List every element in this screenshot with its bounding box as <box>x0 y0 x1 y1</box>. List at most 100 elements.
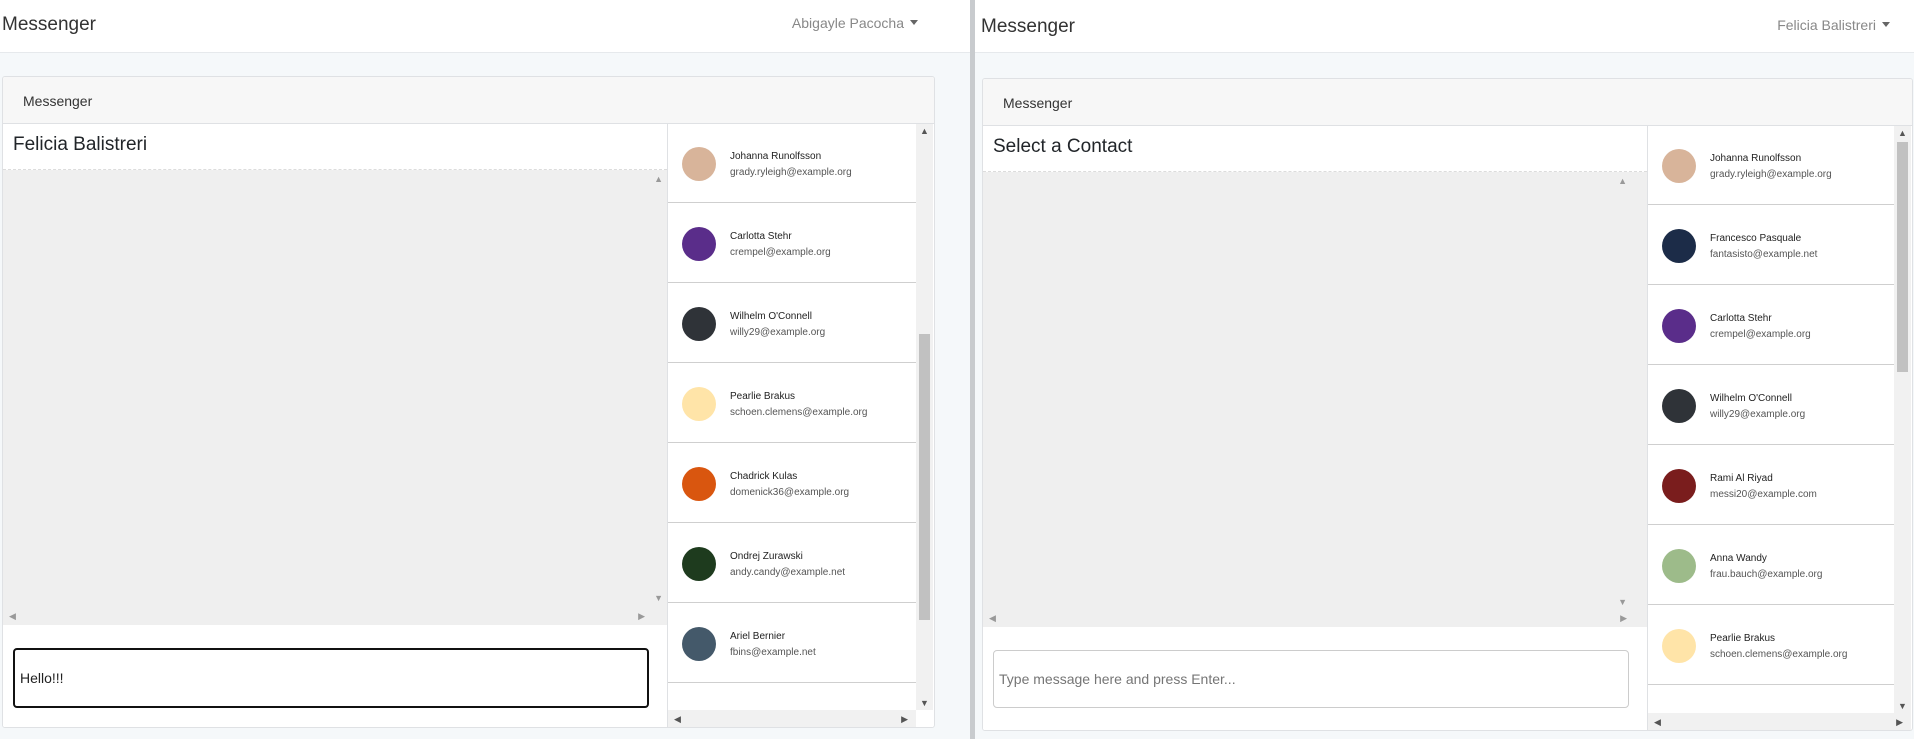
contact-item[interactable]: Rami Al Riyad messi20@example.com <box>1648 446 1894 525</box>
avatar <box>682 387 716 421</box>
avatar <box>1662 389 1696 423</box>
scroll-right-icon[interactable]: ▶ <box>1620 613 1627 623</box>
message-input[interactable] <box>13 648 649 708</box>
contact-email: schoen.clemens@example.org <box>1710 649 1848 660</box>
scroll-up-icon[interactable]: ▲ <box>654 174 663 184</box>
avatar <box>1662 469 1696 503</box>
contacts-hscrollbar[interactable]: ◀ ▶ <box>1648 713 1911 730</box>
card-title: Messenger <box>1003 95 1073 111</box>
contact-item[interactable]: Johanna Runolfsson grady.ryleigh@example.… <box>668 124 916 203</box>
contacts-scrollbar[interactable]: ▲ ▼ <box>1894 126 1911 713</box>
avatar <box>682 467 716 501</box>
contact-name: Ondrej Zurawski <box>730 551 803 562</box>
contact-item[interactable]: Ariel Bernier fbins@example.net <box>668 604 916 683</box>
chat-panel: Select a Contact ▲ ▼ ◀ ▶ <box>983 126 1647 730</box>
user-dropdown[interactable]: Abigayle Pacocha <box>792 15 918 31</box>
contact-name: Carlotta Stehr <box>730 231 792 242</box>
scroll-up-icon[interactable]: ▲ <box>1618 176 1627 186</box>
contact-name: Johanna Runolfsson <box>730 151 822 162</box>
chat-title: Select a Contact <box>993 136 1133 157</box>
scroll-down-icon[interactable]: ▼ <box>1618 597 1627 607</box>
chat-header: Select a Contact <box>983 126 1647 172</box>
scroll-right-icon[interactable]: ▶ <box>901 714 908 724</box>
contact-email: domenick36@example.org <box>730 487 850 498</box>
contact-email: crempel@example.org <box>1710 329 1811 340</box>
brand-link[interactable]: Messenger <box>981 16 1075 38</box>
messages-area[interactable]: ▲ ▼ ◀ ▶ <box>983 172 1647 627</box>
avatar <box>682 227 716 261</box>
contact-name: Johanna Runolfsson <box>1710 153 1802 164</box>
contact-name: Rami Al Riyad <box>1710 473 1773 484</box>
scroll-left-icon[interactable]: ◀ <box>9 611 16 621</box>
scroll-thumb[interactable] <box>1897 142 1908 372</box>
contact-email: grady.ryleigh@example.org <box>730 167 852 178</box>
scroll-left-icon[interactable]: ◀ <box>1654 717 1661 727</box>
contact-email: crempel@example.org <box>730 247 831 258</box>
contact-email: fbins@example.net <box>730 647 816 658</box>
scroll-down-icon[interactable]: ▼ <box>920 698 929 708</box>
avatar <box>1662 549 1696 583</box>
chat-title: Felicia Balistreri <box>13 134 148 155</box>
avatar <box>682 147 716 181</box>
scroll-up-icon[interactable]: ▲ <box>920 126 929 136</box>
avatar <box>1662 229 1696 263</box>
avatar <box>1662 629 1696 663</box>
contact-item[interactable]: Wilhelm O'Connell willy29@example.org <box>668 284 916 363</box>
scroll-up-icon[interactable]: ▲ <box>1898 128 1907 138</box>
contact-email: schoen.clemens@example.org <box>730 407 868 418</box>
contact-list: Johanna Runolfsson grady.ryleigh@example.… <box>667 124 933 727</box>
contact-email: andy.candy@example.net <box>730 567 846 578</box>
contact-name: Chadrick Kulas <box>730 471 798 482</box>
scroll-down-icon[interactable]: ▼ <box>1898 701 1907 711</box>
avatar <box>1662 149 1696 183</box>
contacts-scrollbar[interactable]: ▲ ▼ <box>916 124 933 710</box>
scroll-right-icon[interactable]: ▶ <box>1896 717 1903 727</box>
contact-item[interactable]: Carlotta Stehr crempel@example.org <box>1648 286 1894 365</box>
messenger-card: Messenger Select a Contact ▲ ▼ ◀ ▶ Johan… <box>982 78 1913 731</box>
contact-name: Carlotta Stehr <box>1710 313 1772 324</box>
avatar <box>1662 309 1696 343</box>
contact-item[interactable]: Chadrick Kulas domenick36@example.org <box>668 444 916 523</box>
scroll-left-icon[interactable]: ◀ <box>674 714 681 724</box>
contact-email: fantasisto@example.net <box>1710 249 1818 260</box>
contact-name: Wilhelm O'Connell <box>730 311 812 322</box>
contact-list: Johanna Runolfsson grady.ryleigh@example.… <box>1647 126 1911 730</box>
avatar <box>682 627 716 661</box>
contact-name: Francesco Pasquale <box>1710 233 1802 244</box>
scroll-down-icon[interactable]: ▼ <box>654 593 663 603</box>
user-name: Felicia Balistreri <box>1777 17 1876 33</box>
contact-item[interactable]: Wilhelm O'Connell willy29@example.org <box>1648 366 1894 445</box>
message-input[interactable] <box>993 650 1629 708</box>
navbar: Messenger Felicia Balistreri <box>975 0 1914 53</box>
contact-name: Pearlie Brakus <box>730 391 796 402</box>
contact-item[interactable]: Francesco Pasquale fantasisto@example.net <box>1648 206 1894 285</box>
contact-name: Wilhelm O'Connell <box>1710 393 1792 404</box>
card-header: Messenger <box>983 79 1912 126</box>
user-name: Abigayle Pacocha <box>791 15 904 31</box>
contacts-hscrollbar[interactable]: ◀ ▶ <box>668 710 916 727</box>
card-title: Messenger <box>23 93 93 109</box>
scroll-left-icon[interactable]: ◀ <box>989 613 996 623</box>
left-window: Messenger Abigayle Pacocha Messenger Fel… <box>0 0 970 739</box>
contact-item[interactable]: Ondrej Zurawski andy.candy@example.net <box>668 524 916 603</box>
contact-item[interactable]: Johanna Runolfsson grady.ryleigh@example.… <box>1648 126 1894 205</box>
chat-header: Felicia Balistreri <box>3 124 667 170</box>
messages-area[interactable]: ▲ ▼ ◀ ▶ <box>3 170 667 625</box>
chat-panel: Felicia Balistreri ▲ ▼ ◀ ▶ <box>3 124 667 727</box>
user-dropdown[interactable]: Felicia Balistreri <box>1777 17 1890 33</box>
contact-item[interactable]: Pearlie Brakus schoen.clemens@example.org <box>1648 606 1894 685</box>
avatar <box>682 307 716 341</box>
contact-item[interactable]: Carlotta Stehr crempel@example.org <box>668 204 916 283</box>
scroll-right-icon[interactable]: ▶ <box>638 611 645 621</box>
contact-email: grady.ryleigh@example.org <box>1710 169 1832 180</box>
contact-name: Ariel Bernier <box>730 631 786 642</box>
card-header: Messenger <box>3 77 934 124</box>
contact-email: willy29@example.org <box>1710 409 1806 420</box>
contact-email: messi20@example.com <box>1710 489 1817 500</box>
avatar <box>682 547 716 581</box>
scroll-thumb[interactable] <box>919 334 930 620</box>
contact-email: willy29@example.org <box>730 327 826 338</box>
brand-link[interactable]: Messenger <box>2 14 96 36</box>
contact-item[interactable]: Anna Wandy frau.bauch@example.org <box>1648 526 1894 605</box>
contact-item[interactable]: Pearlie Brakus schoen.clemens@example.org <box>668 364 916 443</box>
